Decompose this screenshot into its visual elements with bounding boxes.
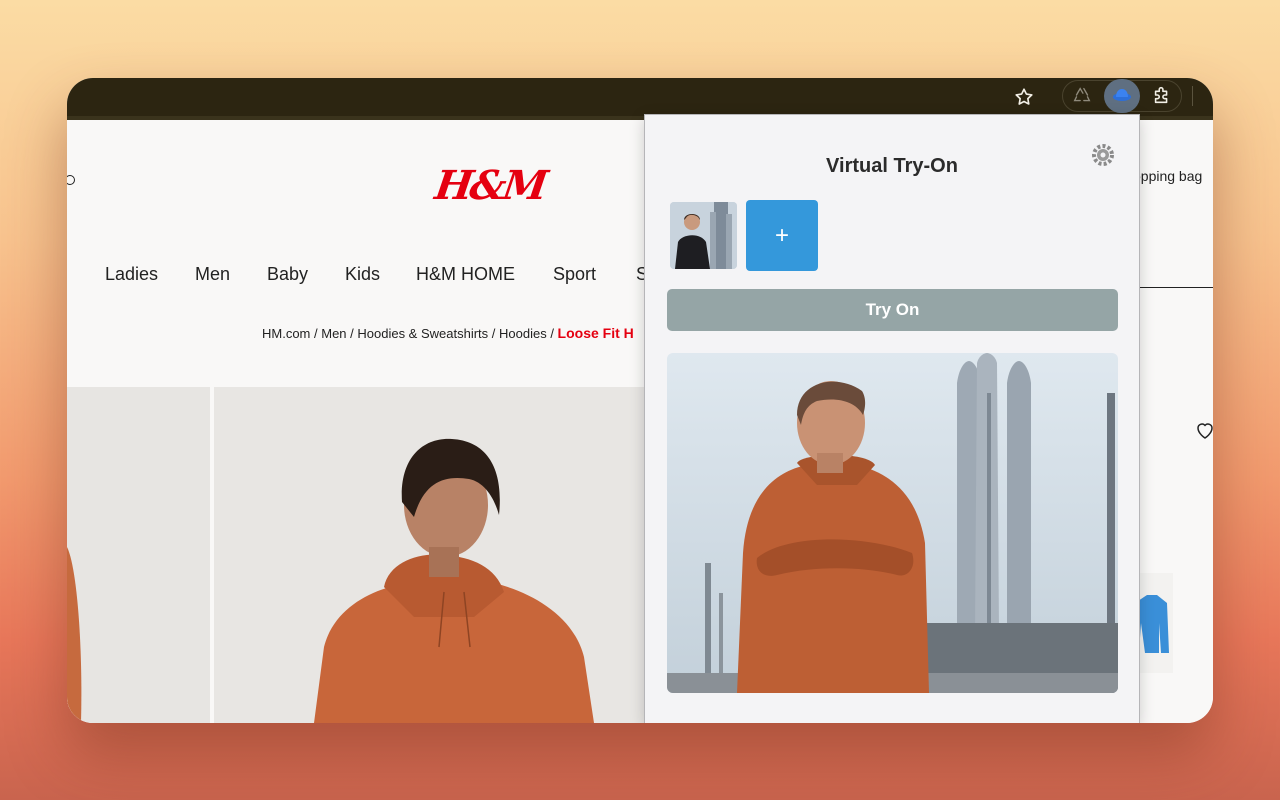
browser-window: H&M opping bag Ladies Men Baby Kids H&M … <box>67 78 1213 723</box>
nav-item-sport[interactable]: Sport <box>553 264 596 285</box>
divider <box>1137 287 1213 288</box>
toolbar-separator <box>1192 86 1193 106</box>
virtual-tryon-popup: Virtual Try-On + Try On <box>644 114 1140 723</box>
breadcrumb-item[interactable]: Hoodies <box>499 326 547 341</box>
breadcrumb: HM.com / Men / Hoodies & Sweatshirts / H… <box>262 325 634 341</box>
add-photo-button[interactable]: + <box>746 200 818 271</box>
breadcrumb-item[interactable]: Men <box>321 326 346 341</box>
hat-icon <box>1113 89 1131 101</box>
nav-item-ladies[interactable]: Ladies <box>105 264 158 285</box>
account-icon[interactable] <box>67 175 75 185</box>
nav-item-hm-home[interactable]: H&M HOME <box>416 264 515 285</box>
popup-title: Virtual Try-On <box>826 155 958 177</box>
nav-item-baby[interactable]: Baby <box>267 264 308 285</box>
product-image-main[interactable] <box>214 387 647 723</box>
product-image-side[interactable] <box>67 387 210 723</box>
nav-item-kids[interactable]: Kids <box>345 264 380 285</box>
person-photo-thumbnail[interactable] <box>670 202 737 269</box>
tryon-result-image <box>667 353 1118 693</box>
nav-item-men[interactable]: Men <box>195 264 230 285</box>
shopping-bag-link[interactable]: opping bag <box>1133 168 1202 184</box>
product-gallery <box>67 387 647 723</box>
breadcrumb-item[interactable]: HM.com <box>262 326 310 341</box>
recycle-icon[interactable] <box>1071 84 1093 106</box>
breadcrumb-item[interactable]: Hoodies & Sweatshirts <box>357 326 488 341</box>
breadcrumb-current: Loose Fit H <box>557 325 634 341</box>
try-on-button[interactable]: Try On <box>667 289 1118 331</box>
heart-icon[interactable] <box>1193 418 1213 442</box>
hm-logo[interactable]: H&M <box>431 162 548 214</box>
star-icon[interactable] <box>1013 86 1035 108</box>
puzzle-icon[interactable] <box>1151 84 1173 106</box>
gear-icon[interactable] <box>1090 142 1116 168</box>
